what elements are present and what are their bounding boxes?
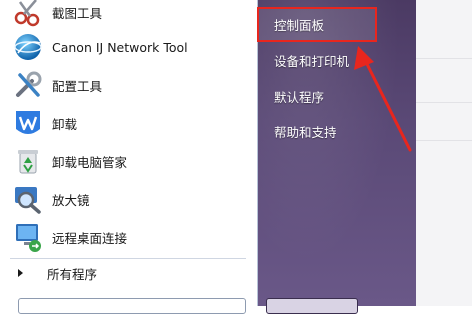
program-label: 远程桌面连接 [52,230,128,246]
program-item-config-tools[interactable]: 配置工具 [0,67,250,103]
triangle-right-icon [18,269,23,277]
program-label: 放大镜 [52,192,90,208]
divider [416,58,472,59]
link-help-and-support[interactable]: 帮助和支持 [260,117,410,145]
magnifier-icon [12,183,44,215]
network-globe-icon [12,31,44,63]
program-item-snipping-tool[interactable]: 截图工具 [0,0,250,30]
start-menu-links-pane: 控制面板 设备和打印机 默认程序 帮助和支持 [258,0,416,314]
divider [10,258,246,259]
program-item-uninstall-pc-manager[interactable]: 卸载电脑管家 [0,143,250,179]
program-item-magnifier[interactable]: 放大镜 [0,181,250,217]
program-item-canon-network-tool[interactable]: Canon IJ Network Tool [0,29,250,65]
link-label: 帮助和支持 [274,124,337,140]
shutdown-button[interactable] [266,298,358,314]
recycle-icon [12,145,44,177]
desktop-background [416,0,472,306]
search-input[interactable] [18,298,246,314]
program-label: Canon IJ Network Tool [52,39,188,55]
link-label: 设备和打印机 [274,53,350,69]
program-item-remote-desktop[interactable]: 远程桌面连接 [0,219,250,255]
all-programs-button[interactable]: 所有程序 [0,262,250,284]
link-label: 默认程序 [274,89,325,105]
remote-desktop-icon [12,221,44,253]
program-label: 卸载电脑管家 [52,154,128,170]
link-devices-and-printers[interactable]: 设备和打印机 [260,46,410,74]
link-default-programs[interactable]: 默认程序 [260,82,410,110]
program-label: 配置工具 [52,78,103,94]
program-label: 截图工具 [52,5,103,21]
divider [416,140,472,141]
wps-icon [12,107,44,139]
highlight-box [257,7,377,42]
all-programs-label: 所有程序 [47,266,98,282]
snipping-tool-icon [12,0,44,28]
program-label: 卸载 [52,116,78,132]
config-tools-icon [12,69,44,101]
program-item-wps-uninstall[interactable]: 卸载 [0,105,250,141]
divider [416,102,472,103]
start-menu-programs-pane: 截图工具 Canon IJ Network Tool 配置工具 卸载 卸载电脑管… [0,0,258,314]
